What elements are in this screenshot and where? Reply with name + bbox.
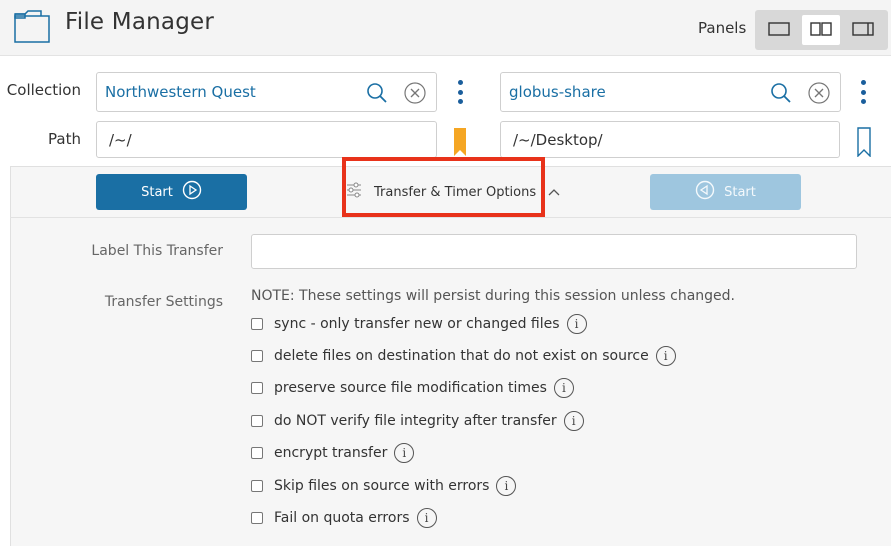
bookmark-outline-icon[interactable] (857, 127, 871, 161)
option-skip-errors[interactable]: Skip files on source with errors i (251, 475, 517, 497)
path-label: Path (48, 130, 81, 148)
start-left-button[interactable]: Start (96, 174, 247, 210)
label-this-transfer-input[interactable] (251, 234, 857, 269)
option-label: delete files on destination that do not … (274, 348, 649, 364)
settings-note: NOTE: These settings will persist during… (251, 288, 736, 304)
option-label: encrypt transfer (274, 445, 388, 461)
preserve-times-checkbox[interactable] (251, 382, 263, 394)
fail-quota-checkbox[interactable] (251, 512, 263, 524)
start-right-button[interactable]: Start (650, 174, 801, 210)
no-verify-checkbox[interactable] (251, 415, 263, 427)
dual-panel-button[interactable] (802, 15, 840, 45)
right-path-field[interactable]: /~/Desktop/ (500, 121, 840, 158)
folder-icon (13, 8, 51, 48)
right-collection-field[interactable]: globus-share (500, 72, 841, 112)
option-label: do NOT verify file integrity after trans… (274, 413, 557, 429)
info-icon[interactable]: i (496, 476, 517, 496)
info-icon[interactable]: i (566, 314, 587, 334)
play-left-icon (695, 180, 715, 204)
app-title: File Manager (65, 9, 215, 35)
sync-checkbox[interactable] (251, 318, 263, 330)
collection-label: Collection (6, 81, 81, 99)
play-right-icon (182, 180, 202, 204)
search-icon[interactable] (366, 82, 388, 108)
label-this-transfer-label: Label This Transfer (91, 243, 223, 259)
option-label: preserve source file modification times (274, 380, 547, 396)
start-right-label: Start (724, 184, 756, 200)
dual-panel-icon (810, 21, 832, 40)
left-path-field[interactable]: /~/ (96, 121, 437, 158)
option-preserve-times[interactable]: preserve source file modification times … (251, 377, 574, 399)
start-left-label: Start (141, 184, 173, 200)
panels-label: Panels (698, 19, 747, 37)
info-icon[interactable]: i (416, 508, 437, 528)
search-icon[interactable] (770, 82, 792, 108)
left-path-value: /~/ (109, 131, 132, 149)
option-delete-files[interactable]: delete files on destination that do not … (251, 345, 676, 367)
panel-toggle-group (755, 10, 888, 50)
option-label: Skip files on source with errors (274, 478, 490, 494)
option-sync[interactable]: sync - only transfer new or changed file… (251, 313, 587, 335)
right-path-value: /~/Desktop/ (513, 131, 603, 149)
info-icon[interactable]: i (563, 411, 584, 431)
transfer-settings-label: Transfer Settings (104, 294, 223, 310)
delete-files-checkbox[interactable] (251, 350, 263, 362)
sliders-icon (346, 182, 362, 202)
left-collection-field[interactable]: Northwestern Quest (96, 72, 437, 112)
left-collection-value: Northwestern Quest (105, 83, 256, 101)
option-no-verify[interactable]: do NOT verify file integrity after trans… (251, 410, 584, 432)
info-icon[interactable]: i (553, 378, 574, 398)
chevron-up-icon (548, 185, 560, 200)
option-encrypt[interactable]: encrypt transfer i (251, 442, 415, 464)
transfer-options-label: Transfer & Timer Options (374, 184, 537, 200)
right-collection-menu-icon[interactable] (858, 78, 868, 106)
option-label: sync - only transfer new or changed file… (274, 316, 560, 332)
right-collection-value: globus-share (509, 83, 606, 101)
info-icon[interactable]: i (655, 346, 676, 366)
right-panel-icon (852, 21, 874, 40)
skip-errors-checkbox[interactable] (251, 480, 263, 492)
right-panel-button[interactable] (844, 15, 882, 45)
header: File Manager Panels (0, 0, 891, 56)
option-fail-quota[interactable]: Fail on quota errors i (251, 507, 437, 529)
bookmark-filled-icon[interactable] (453, 127, 467, 161)
info-icon[interactable]: i (394, 443, 415, 463)
transfer-options-toggle[interactable]: Transfer & Timer Options (346, 182, 560, 202)
left-collection-menu-icon[interactable] (455, 78, 465, 106)
encrypt-checkbox[interactable] (251, 447, 263, 459)
single-panel-icon (768, 21, 790, 40)
clear-icon[interactable] (404, 82, 426, 108)
clear-icon[interactable] (808, 82, 830, 108)
single-panel-button[interactable] (760, 15, 798, 45)
option-label: Fail on quota errors (274, 510, 410, 526)
